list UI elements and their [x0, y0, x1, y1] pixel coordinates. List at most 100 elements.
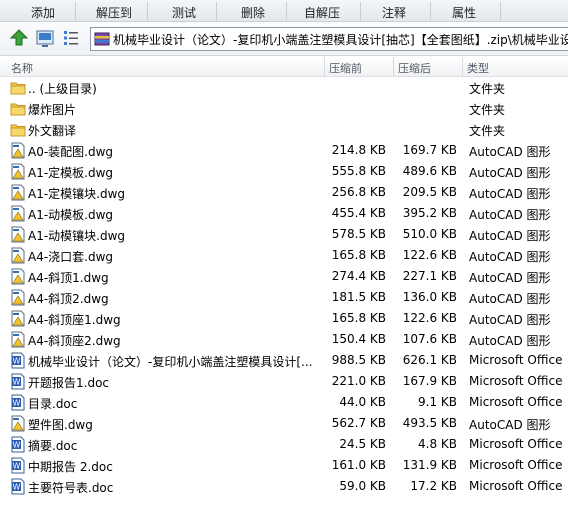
- file-type: AutoCAD 图形: [469, 145, 551, 159]
- comment-button[interactable]: 注释: [382, 4, 406, 20]
- file-name: 主要符号表.doc: [28, 481, 114, 495]
- up-arrow-icon[interactable]: [9, 28, 29, 48]
- file-type: Microsoft Office: [469, 395, 563, 409]
- file-packed-size: 395.2 KB: [402, 206, 457, 220]
- file-row[interactable]: A1-定模镶块.dwg 256.8 KB 209.5 KB AutoCAD 图形: [0, 182, 568, 203]
- file-size: 165.8 KB: [331, 311, 386, 325]
- file-row[interactable]: A4-斜顶座1.dwg 165.8 KB 122.6 KB AutoCAD 图形: [0, 308, 568, 329]
- file-row[interactable]: A1-动模板.dwg 455.4 KB 395.2 KB AutoCAD 图形: [0, 203, 568, 224]
- column-divider[interactable]: [462, 57, 463, 77]
- column-size[interactable]: 压缩前: [329, 60, 362, 76]
- column-divider[interactable]: [393, 57, 394, 77]
- file-row[interactable]: A4-斜顶座2.dwg 150.4 KB 107.6 KB AutoCAD 图形: [0, 329, 568, 350]
- file-row[interactable]: A4-斜顶2.dwg 181.5 KB 136.0 KB AutoCAD 图形: [0, 287, 568, 308]
- file-name: A4-斜顶1.dwg: [28, 271, 109, 285]
- file-size: 274.4 KB: [331, 269, 386, 283]
- file-row[interactable]: W 目录.doc 44.0 KB 9.1 KB Microsoft Office: [0, 392, 568, 413]
- view-mode-icon[interactable]: [35, 28, 55, 48]
- dwg-icon: [10, 184, 26, 201]
- file-row[interactable]: A4-浇口套.dwg 165.8 KB 122.6 KB AutoCAD 图形: [0, 245, 568, 266]
- toolbar-divider: [216, 2, 217, 20]
- file-row[interactable]: W 主要符号表.doc 59.0 KB 17.2 KB Microsoft Office: [0, 476, 568, 497]
- svg-text:W: W: [13, 462, 21, 471]
- file-packed-size: 107.6 KB: [402, 332, 457, 346]
- file-row[interactable]: A1-动模镶块.dwg 578.5 KB 510.0 KB AutoCAD 图形: [0, 224, 568, 245]
- address-bar: 机械毕业设计（论文）-复印机小端盖注塑模具设计[抽芯]【全套图纸】.zip\机械…: [0, 22, 568, 56]
- svg-text:W: W: [13, 483, 21, 492]
- file-name: 开题报告1.doc: [28, 376, 110, 390]
- extract-to-button[interactable]: 解压到: [96, 4, 132, 20]
- file-type: AutoCAD 图形: [469, 208, 551, 222]
- svg-text:W: W: [13, 357, 21, 366]
- file-row[interactable]: A0-装配图.dwg 214.8 KB 169.7 KB AutoCAD 图形: [0, 140, 568, 161]
- info-button[interactable]: 属性: [452, 4, 476, 20]
- file-type: AutoCAD 图形: [469, 292, 551, 306]
- file-name: A1-动模镶块.dwg: [28, 229, 126, 243]
- file-row[interactable]: W 中期报告 2.doc 161.0 KB 131.9 KB Microsoft Off…: [0, 455, 568, 476]
- file-type: Microsoft Office: [469, 479, 563, 493]
- toolbar-divider: [500, 2, 501, 20]
- file-row[interactable]: 塑件图.dwg 562.7 KB 493.5 KB AutoCAD 图形: [0, 413, 568, 434]
- file-name: A0-装配图.dwg: [28, 145, 114, 159]
- file-name: 塑件图.dwg: [28, 418, 93, 432]
- dwg-icon: [10, 289, 26, 306]
- file-row[interactable]: A1-定模板.dwg 555.8 KB 489.6 KB AutoCAD 图形: [0, 161, 568, 182]
- file-row[interactable]: W 机械毕业设计（论文）-复印机小端盖注塑模具设计[... 988.5 KB 626.…: [0, 350, 568, 371]
- column-packed[interactable]: 压缩后: [398, 60, 431, 76]
- file-packed-size: 131.9 KB: [402, 458, 457, 472]
- file-type: AutoCAD 图形: [469, 271, 551, 285]
- file-name: A4-斜顶座2.dwg: [28, 334, 121, 348]
- file-size: 578.5 KB: [331, 227, 386, 241]
- file-packed-size: 4.8 KB: [418, 437, 457, 451]
- file-packed-size: 9.1 KB: [418, 395, 457, 409]
- file-packed-size: 209.5 KB: [402, 185, 457, 199]
- folder-icon: [10, 121, 26, 138]
- folder-icon: [10, 79, 26, 96]
- file-type: AutoCAD 图形: [469, 334, 551, 348]
- file-type: 文件夹: [469, 103, 506, 117]
- file-row[interactable]: 外文翻译 文件夹: [0, 119, 568, 140]
- toolbar-divider: [430, 2, 431, 20]
- file-row[interactable]: A4-斜顶1.dwg 274.4 KB 227.1 KB AutoCAD 图形: [0, 266, 568, 287]
- file-row[interactable]: W 开题报告1.doc 221.0 KB 167.9 KB Microsoft Offi…: [0, 371, 568, 392]
- toolbar-divider: [75, 2, 76, 20]
- file-row[interactable]: W 摘要.doc 24.5 KB 4.8 KB Microsoft Office: [0, 434, 568, 455]
- file-name: 摘要.doc: [28, 439, 78, 453]
- file-size: 455.4 KB: [331, 206, 386, 220]
- list-view-icon[interactable]: [61, 28, 81, 48]
- column-name[interactable]: 名称: [11, 60, 33, 76]
- dwg-icon: [10, 268, 26, 285]
- column-divider[interactable]: [324, 57, 325, 77]
- file-name: 目录.doc: [28, 397, 78, 411]
- toolbar-divider: [286, 2, 287, 20]
- file-type: 文件夹: [469, 82, 506, 96]
- svg-text:W: W: [13, 441, 21, 450]
- file-name: A1-定模板.dwg: [28, 166, 114, 180]
- file-type: Microsoft Office: [469, 374, 563, 388]
- file-type: Microsoft Office: [469, 437, 563, 451]
- file-type: AutoCAD 图形: [469, 418, 551, 432]
- file-name: A4-斜顶座1.dwg: [28, 313, 121, 327]
- dwg-icon: [10, 163, 26, 180]
- file-packed-size: 167.9 KB: [402, 374, 457, 388]
- file-name: .. (上级目录): [28, 82, 97, 96]
- delete-button[interactable]: 删除: [241, 4, 265, 20]
- file-size: 150.4 KB: [331, 332, 386, 346]
- test-button[interactable]: 测试: [172, 4, 196, 20]
- svg-text:W: W: [13, 399, 21, 408]
- file-size: 555.8 KB: [331, 164, 386, 178]
- file-row[interactable]: 爆炸图片 文件夹: [0, 98, 568, 119]
- column-type[interactable]: 类型: [467, 60, 489, 76]
- file-packed-size: 227.1 KB: [402, 269, 457, 283]
- folder-icon: [10, 100, 26, 117]
- dwg-icon: [10, 247, 26, 264]
- file-name: A4-浇口套.dwg: [28, 250, 114, 264]
- file-packed-size: 510.0 KB: [402, 227, 457, 241]
- add-button[interactable]: 添加: [31, 4, 55, 20]
- file-row[interactable]: .. (上级目录) 文件夹: [0, 77, 568, 98]
- path-field[interactable]: 机械毕业设计（论文）-复印机小端盖注塑模具设计[抽芯]【全套图纸】.zip\机械…: [90, 27, 568, 51]
- file-name: 爆炸图片: [28, 103, 77, 117]
- sfx-button[interactable]: 自解压: [304, 4, 340, 20]
- file-packed-size: 136.0 KB: [402, 290, 457, 304]
- file-type: Microsoft Office: [469, 458, 563, 472]
